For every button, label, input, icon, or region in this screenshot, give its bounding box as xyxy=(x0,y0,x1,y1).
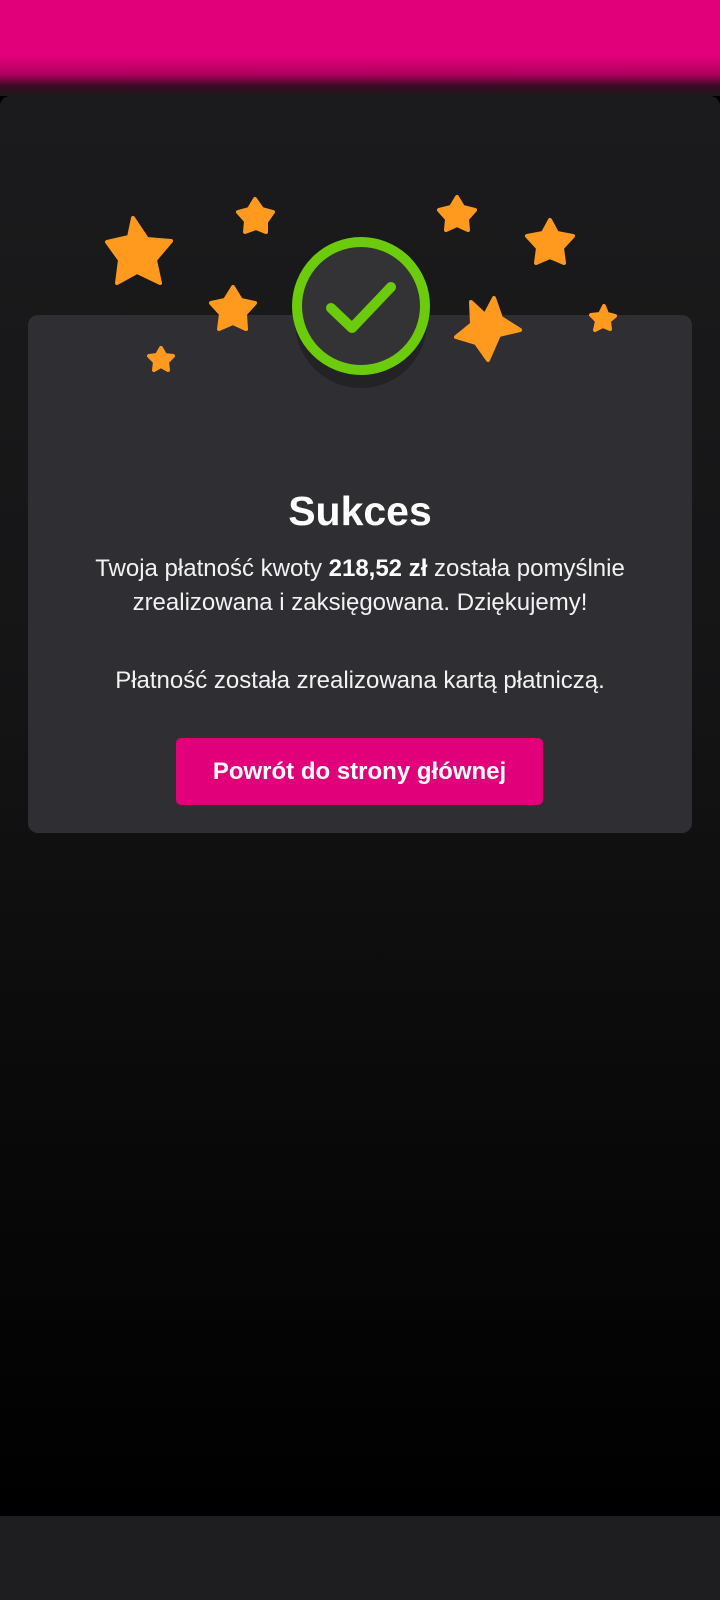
bottom-navigation-bar xyxy=(0,1516,720,1600)
check-circle-icon xyxy=(292,237,430,388)
back-to-home-button[interactable]: Powrót do strony głównej xyxy=(176,738,543,805)
payment-success-screen: Sukces Twoja płatność kwoty 218,52 zł zo… xyxy=(0,0,720,1600)
success-badge xyxy=(290,236,436,396)
payment-message: Twoja płatność kwoty 218,52 zł została p… xyxy=(60,552,660,620)
success-title: Sukces xyxy=(288,488,432,534)
payment-method-text: Płatność została zrealizowana kartą płat… xyxy=(115,667,605,694)
message-text-before: Twoja płatność kwoty xyxy=(95,555,329,582)
payment-amount: 218,52 zł xyxy=(328,555,428,582)
top-header-bar xyxy=(0,0,720,96)
